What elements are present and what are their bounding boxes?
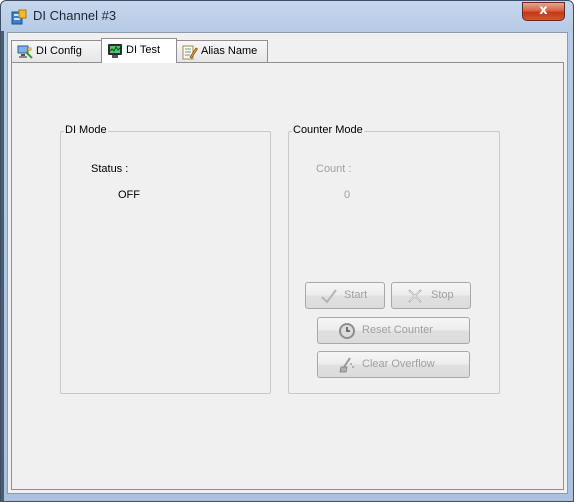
stop-button-label: Stop — [431, 289, 454, 301]
reset-icon — [338, 322, 356, 340]
tab-di-config-label: DI Config — [36, 45, 82, 57]
di-mode-title: DI Mode — [64, 124, 108, 136]
title-bar[interactable]: DI Channel #3 x — [1, 1, 573, 31]
close-icon: x — [539, 3, 548, 18]
status-label: Status : — [91, 163, 129, 175]
close-button[interactable]: x — [522, 2, 565, 21]
clear-overflow-button[interactable]: Clear Overflow — [317, 351, 470, 378]
cross-icon — [406, 287, 424, 305]
network-config-icon — [17, 44, 33, 60]
tab-di-config[interactable]: DI Config — [11, 40, 102, 62]
di-mode-group: DI Mode Status : OFF — [60, 124, 271, 394]
stop-button[interactable]: Stop — [391, 282, 471, 309]
tab-alias-name-label: Alias Name — [201, 45, 258, 57]
window-edge — [1, 31, 4, 501]
broom-icon — [338, 356, 356, 374]
reset-counter-button-label: Reset Counter — [362, 324, 433, 336]
tab-alias-name[interactable]: Alias Name — [176, 40, 268, 62]
monitor-test-icon — [107, 43, 123, 59]
tab-di-test-label: DI Test — [126, 44, 161, 56]
window-title: DI Channel #3 — [33, 8, 117, 23]
reset-counter-button[interactable]: Reset Counter — [317, 317, 470, 344]
tab-bar: DI Config DI Test Alias Name — [8, 38, 567, 63]
tab-di-test[interactable]: DI Test — [101, 38, 177, 63]
start-button-label: Start — [344, 289, 368, 301]
check-icon — [320, 287, 338, 305]
di-test-panel: DI Mode Status : OFF Counter Mode Count … — [11, 62, 564, 490]
clear-overflow-button-label: Clear Overflow — [362, 358, 435, 370]
notepad-pencil-icon — [182, 44, 198, 60]
count-value: 0 — [344, 189, 351, 201]
start-button[interactable]: Start — [305, 282, 385, 309]
status-value: OFF — [118, 189, 140, 201]
counter-mode-title: Counter Mode — [292, 124, 364, 136]
app-icon — [11, 9, 27, 25]
count-label: Count : — [316, 163, 352, 175]
dialog-client-area: DI Config DI Test Alias Name DI Mode Sta… — [7, 32, 568, 494]
counter-mode-group: Counter Mode Count : 0 Start Stop Reset … — [288, 124, 500, 394]
di-channel-window: DI Channel #3 x DI Config DI Test Alias … — [0, 0, 574, 502]
